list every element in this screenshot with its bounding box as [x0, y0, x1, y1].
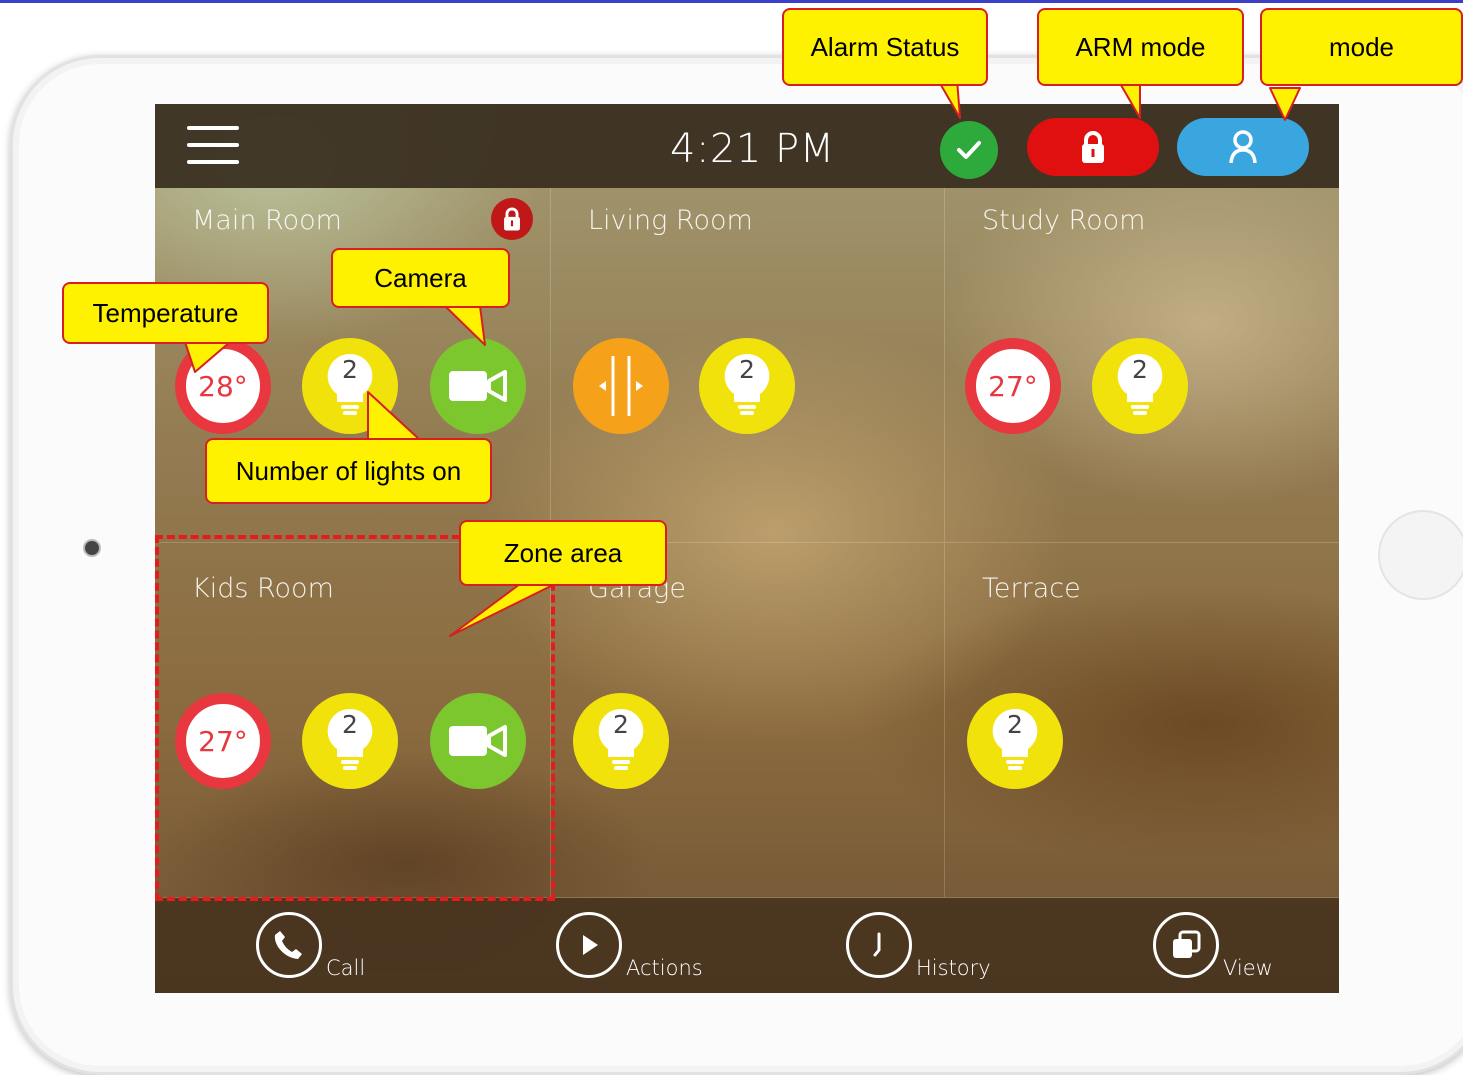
- callout-arm-mode: ARM mode: [1037, 8, 1244, 86]
- hamburger-menu-icon[interactable]: [187, 126, 239, 166]
- lights-on-count: 2: [1132, 355, 1148, 384]
- checkmark-icon: [957, 141, 981, 159]
- alarm-status-button[interactable]: [940, 121, 998, 179]
- zone-name: Living Room: [588, 205, 753, 236]
- tablet-camera: [85, 541, 99, 555]
- lights-button[interactable]: 2: [699, 338, 795, 434]
- user-mode-button[interactable]: [1177, 118, 1309, 176]
- zone-name: Terrace: [982, 573, 1081, 604]
- lock-icon: [1082, 131, 1104, 163]
- tablet-home-button[interactable]: [1378, 510, 1463, 600]
- lights-button[interactable]: 2: [1092, 338, 1188, 434]
- zone-garage[interactable]: Garage 2: [551, 543, 945, 898]
- lights-on-count: 2: [1007, 710, 1023, 739]
- user-icon: [1229, 130, 1257, 164]
- lights-on-count: 2: [613, 710, 629, 739]
- callout-lights: Number of lights on: [205, 438, 492, 504]
- callout-mode: mode: [1260, 8, 1463, 86]
- play-icon: [556, 912, 622, 978]
- nav-label: History: [916, 956, 991, 980]
- stacked-windows-icon: [1153, 912, 1219, 978]
- zone-area-highlight: [155, 535, 555, 901]
- temperature-value: 27°: [988, 369, 1038, 403]
- callout-camera: Camera: [331, 248, 510, 308]
- bottom-nav-bar: Call Actions History View: [155, 898, 1339, 993]
- callout-zone-area: Zone area: [459, 520, 667, 586]
- arm-mode-button[interactable]: [1027, 118, 1159, 176]
- clock-icon: [846, 912, 912, 978]
- temperature-value: 28°: [198, 369, 248, 403]
- temperature-button[interactable]: 27°: [965, 338, 1061, 434]
- top-bar: 4:21 PM: [155, 104, 1339, 188]
- zone-study-room[interactable]: Study Room 27° 2: [945, 188, 1339, 543]
- blinds-button[interactable]: [573, 338, 669, 434]
- zone-name: Main Room: [192, 205, 342, 236]
- lights-button[interactable]: 2: [967, 693, 1063, 789]
- clock-time: 4:21 PM: [670, 126, 835, 172]
- phone-icon: [256, 912, 322, 978]
- zone-name: Study Room: [982, 205, 1146, 236]
- blinds-icon: [599, 356, 643, 416]
- lights-on-count: 2: [342, 355, 358, 384]
- callout-temperature: Temperature: [62, 282, 269, 344]
- lock-icon: [491, 198, 533, 240]
- lights-on-count: 2: [739, 355, 755, 384]
- zone-living-room[interactable]: Living Room 2: [551, 188, 945, 543]
- lights-button[interactable]: 2: [573, 693, 669, 789]
- zone-terrace[interactable]: Terrace 2: [945, 543, 1339, 898]
- callout-alarm-status: Alarm Status: [782, 8, 988, 86]
- top-border-line: [0, 0, 1463, 3]
- nav-label: View: [1223, 956, 1273, 980]
- nav-label: Call: [326, 956, 366, 980]
- lights-button[interactable]: 2: [302, 338, 398, 434]
- video-camera-icon: [449, 370, 507, 402]
- nav-label: Actions: [626, 956, 703, 980]
- camera-button[interactable]: [430, 338, 526, 434]
- temperature-button[interactable]: 28°: [175, 338, 271, 434]
